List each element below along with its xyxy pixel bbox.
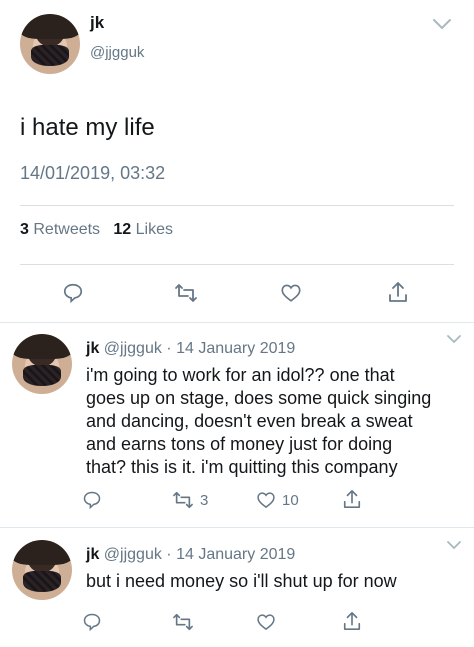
- reply-button[interactable]: [82, 612, 102, 632]
- retweet-icon: [172, 612, 194, 632]
- separator: ·: [166, 546, 172, 563]
- author-handle[interactable]: @jjgguk: [104, 340, 162, 357]
- author-name[interactable]: jk: [86, 340, 99, 357]
- author-handle[interactable]: @jjgguk: [90, 44, 144, 61]
- author-name[interactable]: jk: [86, 546, 99, 563]
- divider: [20, 264, 454, 265]
- divider: [20, 205, 454, 206]
- reply-icon: [82, 490, 102, 510]
- like-button[interactable]: [280, 282, 302, 304]
- retweet-button[interactable]: [174, 282, 198, 304]
- retweet-icon: [172, 490, 194, 510]
- reply-header: jk @jjgguk · 14 January 2019: [86, 340, 295, 358]
- text-line: and dancing, doesn't even break a sweat: [86, 411, 413, 431]
- tweet-text: but i need money so i'll shut up for now: [86, 570, 466, 593]
- retweet-count: 3: [200, 491, 209, 509]
- reply-icon: [62, 282, 84, 304]
- divider: [0, 527, 474, 528]
- tweet-date[interactable]: 14 January 2019: [176, 546, 295, 563]
- like-icon: [256, 612, 276, 632]
- text-line: and earns tons of money just for doing: [86, 434, 393, 454]
- tweet-text: i'm going to work for an idol?? one that…: [86, 364, 466, 479]
- divider: [0, 322, 474, 323]
- like-button[interactable]: [256, 612, 276, 632]
- reply-icon: [82, 612, 102, 632]
- retweets-count[interactable]: 3: [20, 221, 29, 238]
- tweet-stats: 3 Retweets 12 Likes: [20, 221, 173, 239]
- tweet-text: i hate my life: [20, 114, 155, 141]
- like-count: 10: [282, 491, 299, 509]
- tweet-date[interactable]: 14 January 2019: [176, 340, 295, 357]
- tweet-timestamp: 14/01/2019, 03:32: [20, 163, 166, 183]
- retweet-button[interactable]: 3: [172, 490, 208, 510]
- like-button[interactable]: 10: [256, 490, 299, 510]
- share-button[interactable]: [342, 488, 362, 510]
- separator: ·: [166, 340, 172, 357]
- likes-label[interactable]: Likes: [136, 221, 173, 238]
- retweet-icon: [174, 282, 198, 304]
- retweet-button[interactable]: [172, 612, 194, 632]
- retweets-label[interactable]: Retweets: [33, 221, 100, 238]
- like-icon: [280, 282, 302, 304]
- share-button[interactable]: [387, 280, 409, 304]
- avatar[interactable]: [12, 334, 72, 394]
- reply-header: jk @jjgguk · 14 January 2019: [86, 546, 295, 564]
- share-icon: [342, 610, 362, 632]
- text-line: but i need money so i'll shut up for now: [86, 571, 397, 591]
- share-icon: [387, 280, 409, 304]
- like-icon: [256, 490, 276, 510]
- avatar[interactable]: [12, 540, 72, 600]
- reply-button[interactable]: [62, 282, 84, 304]
- likes-count[interactable]: 12: [113, 221, 131, 238]
- text-line: goes up on stage, does some quick singin…: [86, 388, 432, 408]
- author-handle[interactable]: @jjgguk: [104, 546, 162, 563]
- share-icon: [342, 488, 362, 510]
- share-button[interactable]: [342, 610, 362, 632]
- text-line: i'm going to work for an idol?? one that: [86, 365, 395, 385]
- chevron-down-icon[interactable]: [446, 334, 462, 344]
- chevron-down-icon[interactable]: [432, 18, 452, 30]
- chevron-down-icon[interactable]: [446, 540, 462, 550]
- author-name[interactable]: jk: [90, 13, 104, 33]
- avatar[interactable]: [20, 14, 80, 74]
- text-line: that? this is it. i'm quitting this comp…: [86, 457, 398, 477]
- reply-button[interactable]: [82, 490, 102, 510]
